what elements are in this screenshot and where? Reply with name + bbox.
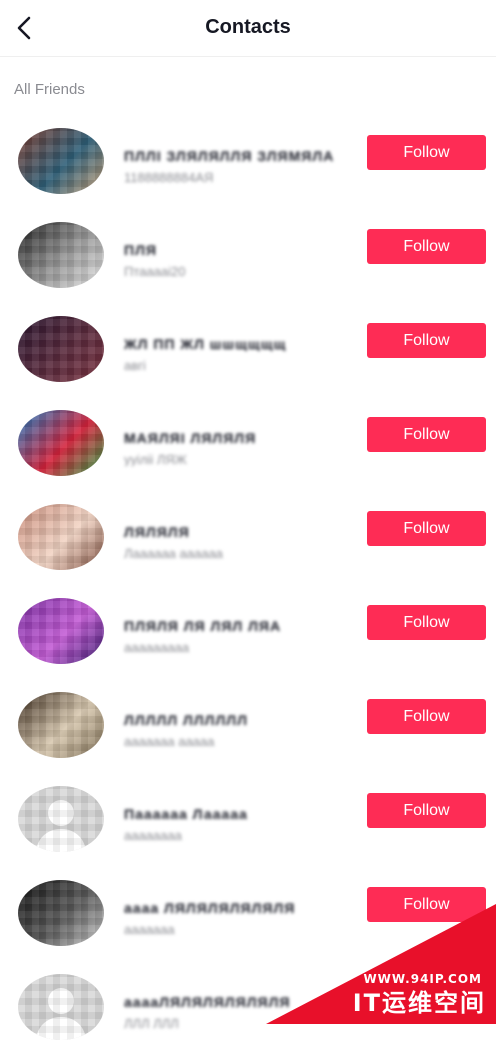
watermark-name: IT运维空间 xyxy=(352,989,486,1017)
avatar[interactable] xyxy=(18,974,104,1040)
contact-row[interactable]: ПЛЯ Птааааі20 Follow xyxy=(0,204,496,298)
contact-row[interactable]: ПЛЯЛЯ ЛЯ ЛЯЛ ЛЯА ааааааааа Follow xyxy=(0,580,496,674)
avatar[interactable] xyxy=(18,880,104,946)
top-bar: Contacts xyxy=(0,0,496,57)
avatar[interactable] xyxy=(18,316,104,382)
page-title: Contacts xyxy=(205,16,291,38)
avatar[interactable] xyxy=(18,128,104,194)
contact-subtitle: ааааааааа xyxy=(124,640,190,654)
contact-name: Паааааа Лааааа xyxy=(124,806,248,821)
watermark: WWW.94IP.COM IT运维空间 xyxy=(266,904,496,1024)
contact-row[interactable]: Паааааа Лааааа аааааааа Follow xyxy=(0,768,496,862)
follow-button[interactable]: Follow xyxy=(367,793,486,828)
contact-subtitle: ааааааа xyxy=(124,922,175,936)
follow-button[interactable]: Follow xyxy=(367,323,486,358)
avatar[interactable] xyxy=(18,410,104,476)
contact-name: ЖЛ ПП ЖЛ шшщщщщ xyxy=(124,336,287,351)
avatar[interactable] xyxy=(18,598,104,664)
follow-button[interactable]: Follow xyxy=(367,229,486,264)
section-label: All Friends xyxy=(14,81,85,98)
follow-button[interactable]: Follow xyxy=(367,135,486,170)
contact-name: МАЯЛЯІ ЛЯЛЯЛЯ xyxy=(124,430,257,445)
contact-row[interactable]: ЛЛЛЛЛ ЛЛЛЛЛЛ ааааааа ааааа Follow xyxy=(0,674,496,768)
contact-row[interactable]: ПЛЛІ ЗЛЯЛЯЛЛЯ ЗЛЯМЯЛА 1188888884АЯ Follow xyxy=(0,110,496,204)
follow-button[interactable]: Follow xyxy=(367,605,486,640)
avatar[interactable] xyxy=(18,222,104,288)
contact-subtitle: аааааааа xyxy=(124,828,182,842)
avatar[interactable] xyxy=(18,786,104,852)
contact-row[interactable]: ЛЯЛЯЛЯ Лаааааа аааааа Follow xyxy=(0,486,496,580)
contact-subtitle: ууіліі ЛЯЖ xyxy=(124,452,187,466)
contact-name: ЛЯЛЯЛЯ xyxy=(124,524,190,539)
contact-row[interactable]: МАЯЛЯІ ЛЯЛЯЛЯ ууіліі ЛЯЖ Follow xyxy=(0,392,496,486)
follow-button[interactable]: Follow xyxy=(367,417,486,452)
contact-subtitle: авгі xyxy=(124,358,146,372)
follow-button[interactable]: Follow xyxy=(367,511,486,546)
contact-subtitle: Птааааі20 xyxy=(124,264,186,278)
follow-button[interactable]: Follow xyxy=(367,699,486,734)
contact-subtitle: ааааааа ааааа xyxy=(124,734,215,748)
contact-name: ПЛЯЛЯ ЛЯ ЛЯЛ ЛЯА xyxy=(124,618,282,633)
avatar[interactable] xyxy=(18,692,104,758)
contact-name: ЛЛЛЛЛ ЛЛЛЛЛЛ xyxy=(124,712,248,727)
contact-subtitle: ЛЛЛ ЛЛЛ xyxy=(124,1016,179,1030)
contact-name: ПЛЛІ ЗЛЯЛЯЛЛЯ ЗЛЯМЯЛА xyxy=(124,148,335,163)
contact-subtitle: 1188888884АЯ xyxy=(124,170,214,184)
contact-subtitle: Лаааааа аааааа xyxy=(124,546,223,560)
contact-name: ПЛЯ xyxy=(124,242,157,257)
contact-row[interactable]: ЖЛ ПП ЖЛ шшщщщщ авгі Follow xyxy=(0,298,496,392)
avatar[interactable] xyxy=(18,504,104,570)
